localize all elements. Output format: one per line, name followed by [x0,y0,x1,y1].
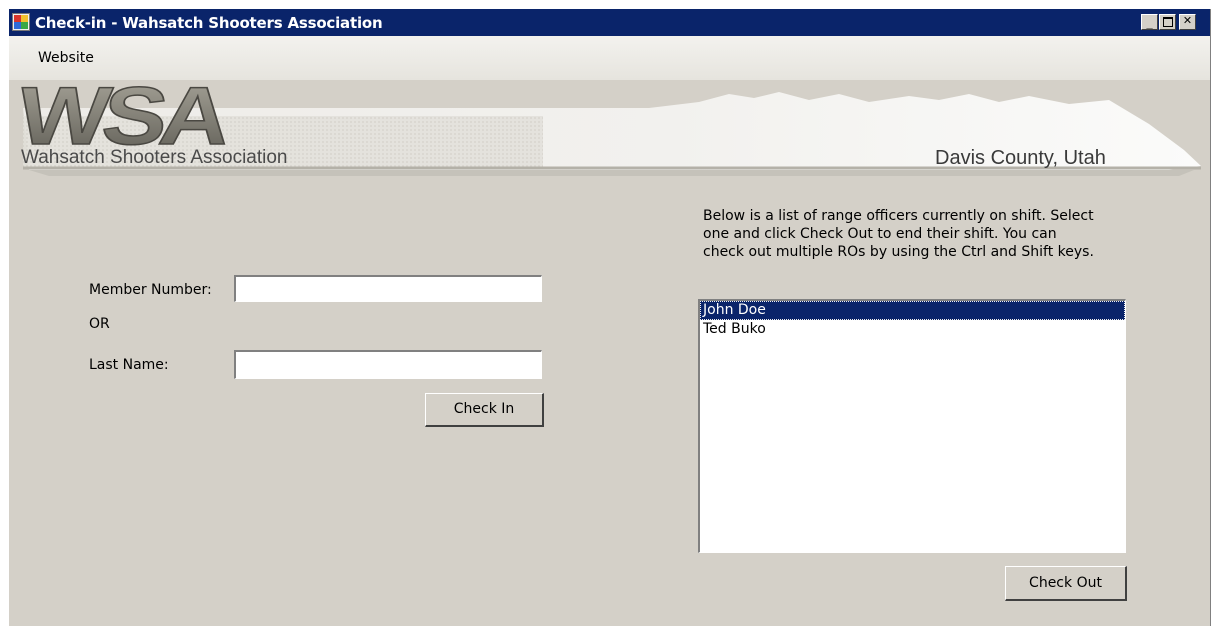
officer-name: John Doe [703,302,766,318]
check-out-label: Check Out [1029,575,1102,591]
app-icon[interactable] [12,13,30,31]
maximize-button[interactable] [1159,14,1176,30]
minimize-icon: _ [1146,18,1153,30]
list-item[interactable]: John Doe [700,301,1125,320]
member-number-label: Member Number: [89,282,212,298]
officer-name: Ted Buko [703,321,766,337]
window-title: Check-in - Wahsatch Shooters Association [35,14,383,32]
location-label: Davis County, Utah [935,147,1106,169]
range-officer-list[interactable]: John Doe Ted Buko [698,299,1126,553]
title-bar[interactable]: Check-in - Wahsatch Shooters Association… [9,9,1210,36]
last-name-input[interactable] [234,350,542,379]
minimize-button[interactable]: _ [1141,14,1158,30]
last-name-label: Last Name: [89,357,169,373]
check-in-label: Check In [453,401,515,417]
org-name: Wahsatch Shooters Association [21,147,288,168]
member-number-input[interactable] [234,275,542,302]
list-item[interactable]: Ted Buko [700,320,1125,339]
maximize-icon [1163,17,1173,27]
menu-bar: Website [9,36,1210,80]
close-icon: ✕ [1182,15,1193,27]
wsa-banner: WSA Wahsatch Shooters Association Davis … [9,80,1210,177]
check-in-button[interactable]: Check In [425,393,544,427]
or-label: OR [89,316,110,332]
checkin-window: Check-in - Wahsatch Shooters Association… [8,9,1211,626]
menu-item-website[interactable]: Website [38,50,94,66]
checkout-instructions: Below is a list of range officers curren… [703,208,1094,260]
close-button[interactable]: ✕ [1179,14,1196,30]
check-out-button[interactable]: Check Out [1005,566,1127,601]
